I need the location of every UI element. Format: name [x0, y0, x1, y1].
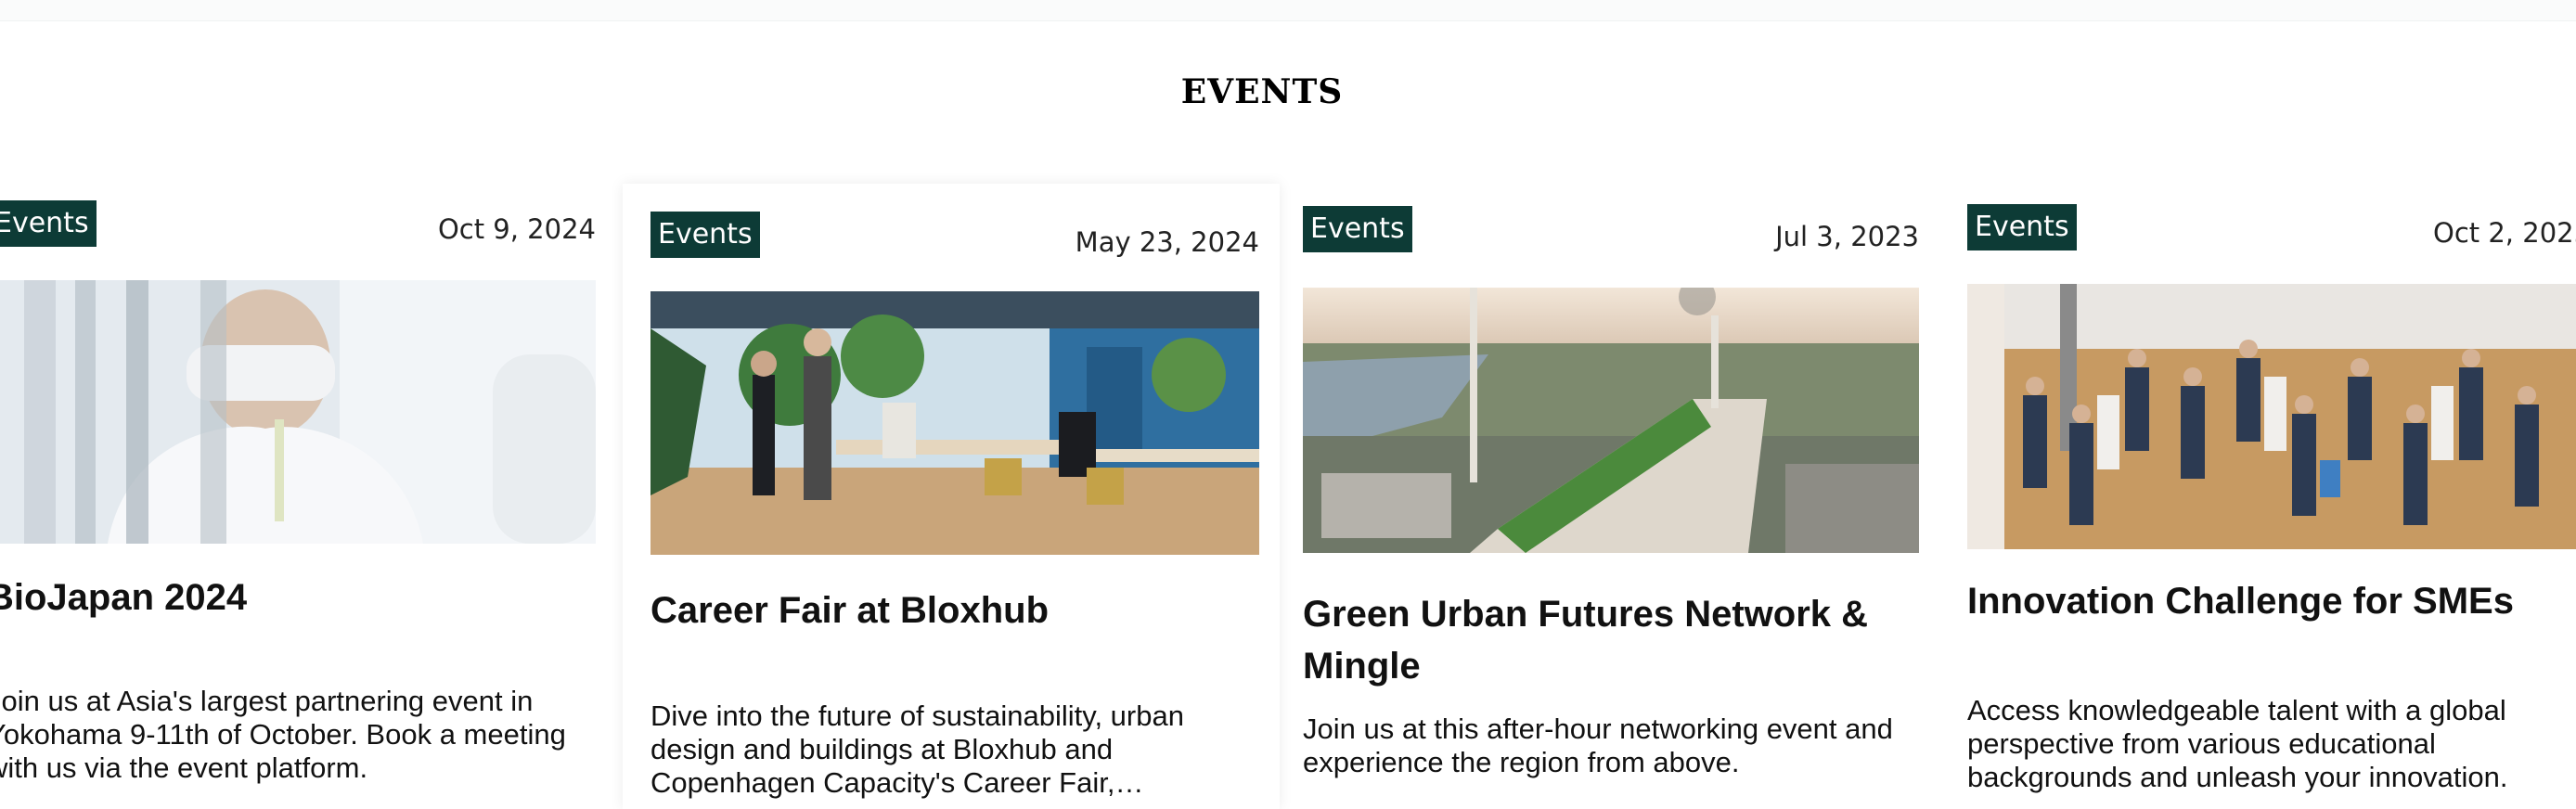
event-date: Oct 2, 2023	[2433, 217, 2576, 249]
event-card-green-urban[interactable]: Events Jul 3, 2023 Green Urban Futures N…	[1303, 206, 1919, 809]
top-strip	[0, 0, 2576, 21]
event-image[interactable]	[1967, 284, 2576, 549]
event-description: Access knowledgeable talent with a globa…	[1967, 694, 2508, 793]
event-tag[interactable]: Events	[0, 200, 97, 247]
event-image[interactable]	[1303, 288, 1919, 553]
event-title[interactable]: Career Fair at Bloxhub	[650, 584, 1259, 636]
event-title[interactable]: Green Urban Futures Network & Mingle	[1303, 588, 1919, 692]
event-image[interactable]	[0, 280, 596, 544]
event-description: Join us at Asia's largest partnering eve…	[0, 685, 566, 784]
event-title[interactable]: BioJapan 2024	[0, 571, 596, 623]
event-card-innovation[interactable]: Events Oct 2, 2023 Innovation Challenge …	[1967, 202, 2576, 809]
event-date: May 23, 2024	[1075, 226, 1259, 258]
event-tag[interactable]: Events	[1967, 204, 2077, 250]
event-card-biojapan[interactable]: Events Oct 9, 2024 BioJapan 2024 Join us…	[0, 199, 596, 809]
event-description: Dive into the future of sustainability, …	[650, 700, 1184, 799]
event-tag[interactable]: Events	[1303, 206, 1412, 252]
event-card-career-fair[interactable]: Events May 23, 2024 Career Fair at Bloxh…	[623, 184, 1280, 809]
section-title: EVENTS	[1180, 72, 1344, 111]
event-title[interactable]: Innovation Challenge for SMEs	[1967, 575, 2576, 627]
event-date: Oct 9, 2024	[437, 213, 596, 245]
event-image[interactable]	[650, 291, 1259, 555]
event-date: Jul 3, 2023	[1775, 221, 1919, 252]
event-description: Join us at this after-hour networking ev…	[1303, 713, 1893, 778]
event-tag[interactable]: Events	[650, 212, 760, 258]
